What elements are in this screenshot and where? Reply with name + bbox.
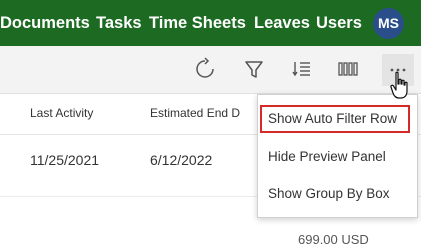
column-header-last-activity[interactable]: Last Activity: [30, 106, 93, 120]
nav-tasks[interactable]: Tasks: [96, 13, 142, 33]
list-settings-icon[interactable]: [289, 56, 315, 82]
menu-item-show-auto-filter-row[interactable]: Show Auto Filter Row: [260, 105, 410, 133]
menu-item-show-group-by-box[interactable]: Show Group By Box: [268, 186, 390, 201]
top-navigation: Documents Tasks Time Sheets Leaves Users…: [0, 0, 421, 46]
more-options-menu: Show Auto Filter Row Hide Preview Panel …: [257, 94, 418, 218]
column-header-estimated-end-date[interactable]: Estimated End D: [150, 106, 240, 120]
nav-leaves[interactable]: Leaves: [254, 13, 310, 33]
columns-icon[interactable]: [335, 56, 361, 82]
cell-amount-partial: 699.00 USD: [298, 232, 369, 247]
nav-time-sheets[interactable]: Time Sheets: [149, 13, 246, 33]
menu-item-hide-preview-panel[interactable]: Hide Preview Panel: [268, 149, 386, 164]
cell-last-activity: 11/25/2021: [30, 152, 100, 168]
nav-users[interactable]: Users: [316, 13, 362, 33]
grid-toolbar: [0, 46, 421, 94]
cell-estimated-end-date: 6/12/2022: [150, 152, 213, 168]
avatar[interactable]: MS: [373, 8, 404, 39]
hand-cursor-icon: [389, 71, 411, 101]
nav-documents[interactable]: Documents: [0, 13, 90, 33]
refresh-icon[interactable]: [192, 56, 218, 82]
filter-icon[interactable]: [241, 56, 267, 82]
